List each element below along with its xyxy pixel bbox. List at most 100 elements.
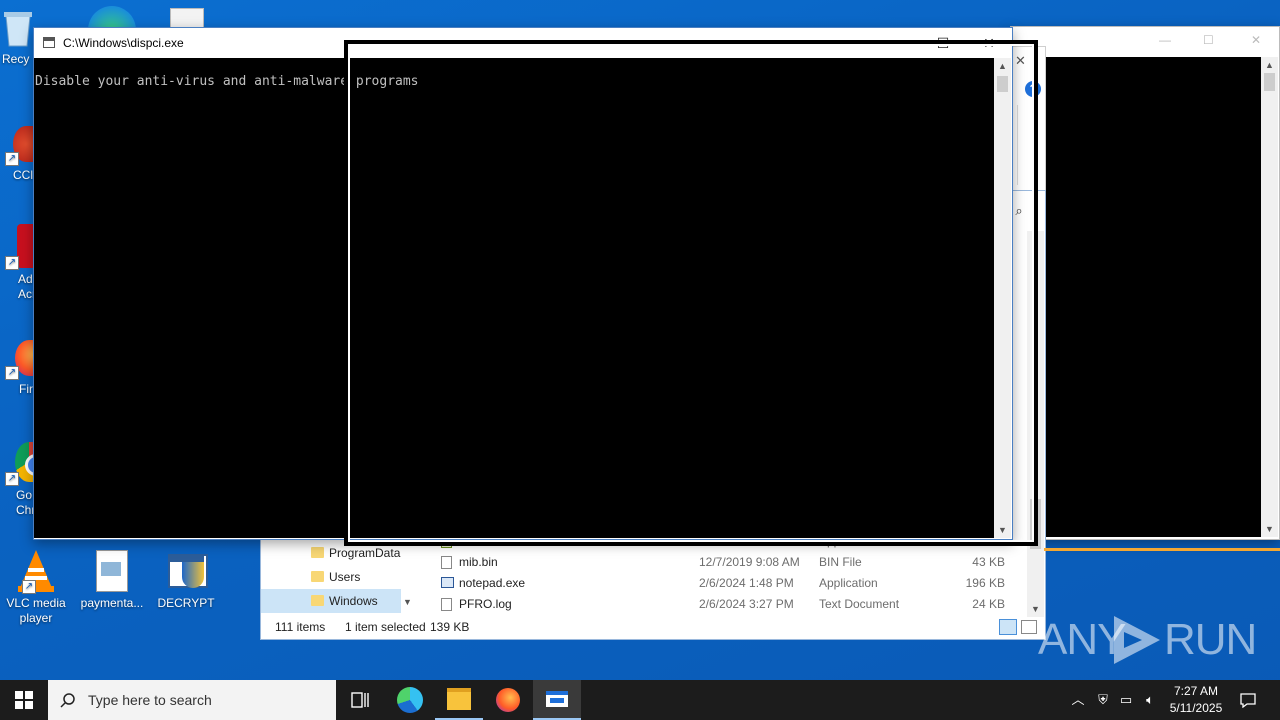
desktop-icon-label: DECRYPT (157, 596, 215, 610)
file-name: PFRO.log (459, 597, 512, 611)
file-date: 12/7/2019 9:08 AM (699, 555, 800, 569)
scrollbar-thumb[interactable] (997, 76, 1008, 92)
scroll-down-arrow-icon[interactable]: ▼ (1261, 521, 1278, 537)
clock-time: 7:27 AM (1173, 684, 1219, 698)
scrollbar-thumb[interactable] (1264, 73, 1275, 91)
nav-item-users[interactable]: Users (261, 565, 401, 589)
explorer-file-scrollbar[interactable]: ▲ ▼ (1027, 231, 1044, 617)
taskbar-firefox-button[interactable] (484, 680, 532, 720)
nav-item-label: Users (329, 570, 361, 584)
search-icon (60, 693, 75, 708)
file-explorer-icon (447, 688, 471, 710)
nav-item-label: Windows (329, 594, 378, 608)
scroll-up-arrow-icon[interactable]: ▲ (1027, 231, 1044, 247)
show-hidden-icons-chevron-icon[interactable]: ︿ (1070, 692, 1086, 708)
nav-item-programdata[interactable]: ProgramData (261, 541, 401, 565)
taskbar-file-explorer-button[interactable] (435, 680, 483, 720)
windows-logo-icon (15, 691, 33, 709)
status-size: 139 KB (430, 620, 470, 634)
background-console-output (1043, 57, 1261, 537)
clock-date: 5/11/2025 (1169, 701, 1223, 715)
console-scrollbar[interactable]: ▲ ▼ (994, 58, 1011, 538)
console-output-text: Disable your anti-virus and anti-malware… (35, 74, 419, 89)
dialog-close-button[interactable]: ✕ (1015, 53, 1026, 69)
navigation-pane: ProgramData Users Windows ▼ (261, 541, 417, 617)
desktop-icon-label: VLC media player (6, 596, 66, 625)
details-view-button[interactable] (999, 619, 1017, 635)
shortcut-arrow-icon: ↗ (5, 472, 19, 486)
file-size: 24 KB (972, 597, 1005, 611)
desktop-icon-payment[interactable]: paymenta... (74, 548, 150, 611)
dialog-divider (1017, 105, 1018, 185)
decrypt-icon (164, 548, 208, 592)
taskbar-edge-button[interactable] (386, 680, 434, 720)
shortcut-arrow-icon: ↗ (5, 152, 19, 166)
desktop-icon-vlc[interactable]: ↗ VLC media player (0, 548, 74, 626)
scrollbar-thumb[interactable] (1030, 499, 1041, 549)
vlc-icon: ↗ (14, 548, 58, 594)
background-window-controls: — ☐ ✕ (1159, 33, 1262, 47)
anyrun-watermark: ANY RUN (1038, 612, 1257, 668)
console-title: C:\Windows\dispci.exe (63, 36, 184, 50)
minimize-button[interactable]: — (874, 28, 920, 58)
scroll-up-arrow-icon[interactable]: ▲ (1261, 57, 1278, 73)
start-button[interactable] (0, 680, 48, 720)
file-row[interactable]: mib.bin 12/7/2019 9:08 AM BIN File 43 KB (433, 552, 1027, 573)
notepad-icon (441, 577, 454, 588)
task-view-icon (351, 692, 369, 708)
recycle-bin-icon (0, 8, 36, 48)
watermark-right: RUN (1164, 615, 1257, 664)
security-tray-icon[interactable]: ⛨ (1095, 692, 1111, 708)
taskbar-console-button[interactable] (533, 680, 581, 720)
volume-icon[interactable]: 🔈︎ (1142, 692, 1158, 708)
large-icons-view-button[interactable] (1021, 620, 1037, 634)
close-button[interactable]: ✕ (966, 28, 1012, 58)
play-logo-icon (1114, 616, 1160, 664)
console-output-area: Disable your anti-virus and anti-malware… (34, 58, 994, 538)
document-icon (90, 548, 134, 592)
console-icon (546, 691, 568, 707)
console-app-icon (43, 37, 55, 48)
nav-scroll-down-arrow-icon[interactable]: ▼ (403, 597, 412, 607)
shortcut-arrow-icon: ↗ (22, 580, 36, 594)
file-name: mib.bin (459, 555, 498, 569)
highlight-line (1044, 548, 1280, 551)
file-type: BIN File (819, 555, 862, 569)
file-row[interactable]: PFRO.log 2/6/2024 3:27 PM Text Document … (433, 594, 1027, 615)
background-console-window[interactable]: — ☐ ✕ ▲ ▼ (1010, 26, 1280, 540)
folder-icon (311, 571, 324, 582)
nav-item-windows[interactable]: Windows (261, 589, 401, 613)
search-placeholder: Type here to search (88, 692, 212, 708)
folder-icon (311, 595, 324, 606)
taskbar-search-box[interactable]: Type here to search (48, 680, 336, 720)
file-icon (441, 556, 452, 569)
console-window-dispci[interactable]: C:\Windows\dispci.exe — ☐ ✕ Disable your… (33, 27, 1013, 540)
file-date: 2/6/2024 3:27 PM (699, 597, 794, 611)
file-size: 43 KB (972, 555, 1005, 569)
desktop-icon-label: paymenta... (80, 596, 144, 610)
background-console-scrollbar[interactable]: ▲ ▼ (1261, 57, 1278, 537)
folder-icon (311, 547, 324, 558)
clock[interactable]: 7:27 AM 5/11/2025 (1164, 683, 1228, 717)
file-name: notepad.exe (459, 576, 526, 590)
help-icon[interactable]: ? (1025, 81, 1041, 97)
network-icon[interactable]: ▭ (1118, 692, 1134, 708)
file-type: Application (819, 576, 878, 590)
edge-icon (397, 687, 423, 713)
file-row[interactable]: notepad.exe 2/6/2024 1:48 PM Application… (433, 573, 1027, 594)
task-view-button[interactable] (336, 680, 384, 720)
maximize-button[interactable]: ☐ (920, 28, 966, 58)
nav-item-label: ProgramData (329, 546, 401, 560)
desktop-icon-decrypt[interactable]: DECRYPT (148, 548, 224, 611)
status-bar: 111 items 1 item selected 139 KB (261, 617, 1043, 638)
scroll-down-arrow-icon[interactable]: ▼ (994, 522, 1011, 538)
taskbar: Type here to search ︿ ⛨ ▭ 🔈︎ 7:27 AM 5/1… (0, 680, 1280, 720)
status-item-count: 111 items (275, 620, 326, 634)
notifications-icon[interactable] (1240, 692, 1256, 709)
file-list: hh.exe 12/7/2019 9:09 AM Application 18 … (433, 531, 1027, 617)
console-titlebar[interactable]: C:\Windows\dispci.exe — ☐ ✕ (34, 28, 1012, 58)
scroll-up-arrow-icon[interactable]: ▲ (994, 58, 1011, 74)
shortcut-arrow-icon: ↗ (5, 366, 19, 380)
shortcut-arrow-icon: ↗ (5, 256, 19, 270)
status-selected: 1 item selected (345, 620, 426, 634)
